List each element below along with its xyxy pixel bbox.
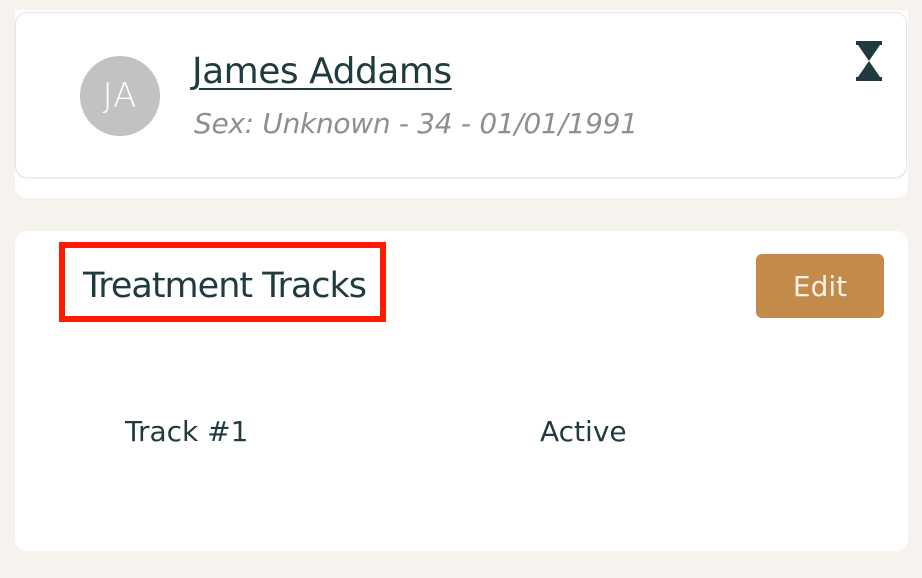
patient-name-link[interactable]: James Addams [192, 51, 452, 92]
track-name: Track #1 [125, 415, 249, 448]
track-status: Active [540, 415, 627, 448]
avatar-initials: JA [102, 76, 138, 116]
avatar: JA [80, 56, 160, 136]
treatment-tracks-card: Treatment Tracks Edit Track #1 Active [15, 231, 908, 551]
page: JA James Addams Sex: Unknown - 34 - 01/0… [0, 0, 922, 578]
treatment-tracks-title: Treatment Tracks [59, 242, 387, 322]
patient-card: JA James Addams Sex: Unknown - 34 - 01/0… [15, 12, 907, 178]
patient-meta: Sex: Unknown - 34 - 01/01/1991 [194, 107, 638, 140]
edit-button[interactable]: Edit [756, 254, 884, 318]
hourglass-icon[interactable] [856, 41, 882, 81]
